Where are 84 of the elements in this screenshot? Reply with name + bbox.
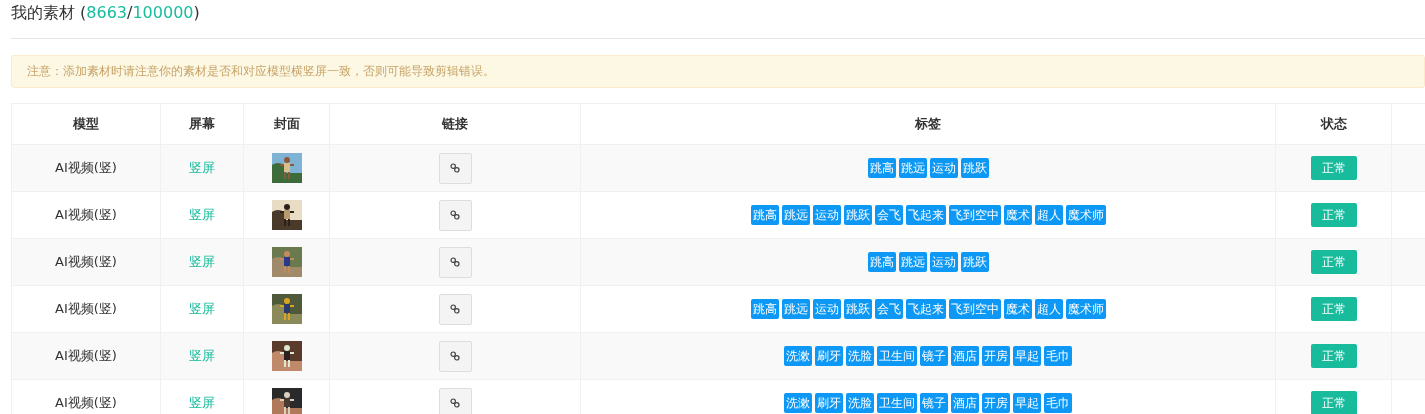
tag: 卫生间: [877, 393, 917, 413]
model-cell: AI视频(竖): [55, 301, 117, 316]
tag: 魔术: [1003, 299, 1032, 319]
tag: 刷牙: [815, 393, 843, 413]
model-cell: AI视频(竖): [55, 348, 117, 363]
tag: 跳远: [781, 205, 810, 225]
tag: 会飞: [874, 205, 903, 225]
link-icon: [450, 351, 460, 361]
tag: 镜子: [920, 346, 948, 366]
tag: 魔术师: [1065, 205, 1106, 225]
tag: 运动: [929, 252, 958, 272]
tag: 早起: [1013, 346, 1041, 366]
column-header: 模型: [73, 116, 99, 131]
column-header: 封面: [273, 116, 300, 131]
column-header: 状态: [1320, 116, 1347, 131]
link-icon: [450, 304, 460, 314]
screen-cell: 竖屏: [189, 395, 215, 410]
link-button[interactable]: [438, 199, 472, 231]
tag: 酒店: [951, 346, 979, 366]
screen-cell: 竖屏: [189, 207, 215, 222]
tag: 刷牙: [815, 346, 843, 366]
tag: 跳远: [898, 252, 927, 272]
link-icon: [450, 210, 460, 220]
tag: 魔术师: [1065, 299, 1106, 319]
tag: 洗漱: [784, 393, 812, 413]
screen-cell: 竖屏: [189, 348, 215, 363]
link-button[interactable]: [438, 340, 472, 372]
link-button[interactable]: [438, 293, 472, 325]
column-header: 标签: [915, 116, 941, 131]
model-cell: AI视频(竖): [55, 160, 117, 175]
notice-banner: 注意：添加素材时请注意你的素材是否和对应模型横竖屏一致，否则可能导致剪辑错误。: [11, 55, 1425, 88]
screen-cell: 竖屏: [189, 254, 215, 269]
model-cell: AI视频(竖): [55, 254, 117, 269]
status-button[interactable]: 正常: [1310, 344, 1357, 368]
tag: 跳跃: [960, 158, 989, 178]
tag: 跳高: [867, 252, 896, 272]
tag: 跳远: [781, 299, 810, 319]
link-button[interactable]: [438, 246, 472, 278]
status-button[interactable]: 正常: [1310, 203, 1357, 227]
link-button[interactable]: [438, 387, 472, 414]
tag: 毛巾: [1044, 346, 1072, 366]
tag: 跳跃: [843, 299, 872, 319]
tag: 卫生间: [877, 346, 917, 366]
link-icon: [450, 398, 460, 408]
tag: 魔术: [1003, 205, 1032, 225]
tag: 洗脸: [846, 346, 874, 366]
column-header: 链接: [442, 116, 468, 131]
tag: 镜子: [920, 393, 948, 413]
tag: 酒店: [951, 393, 979, 413]
status-button[interactable]: 正常: [1310, 297, 1357, 321]
model-cell: AI视频(竖): [55, 395, 117, 410]
tag: 毛巾: [1044, 393, 1072, 413]
tag: 开房: [982, 393, 1010, 413]
tag: 跳跃: [960, 252, 989, 272]
tag: 飞起来: [905, 299, 946, 319]
tag: 开房: [982, 346, 1010, 366]
tag: 超人: [1034, 205, 1063, 225]
status-button[interactable]: 正常: [1310, 156, 1357, 180]
link-icon: [450, 163, 460, 173]
status-button[interactable]: 正常: [1310, 250, 1357, 274]
link-icon: [450, 257, 460, 267]
tag: 飞到空中: [948, 205, 1001, 225]
tag: 运动: [812, 299, 841, 319]
link-button[interactable]: [438, 152, 472, 184]
tag: 运动: [929, 158, 958, 178]
tag: 早起: [1013, 393, 1041, 413]
tag: 超人: [1034, 299, 1063, 319]
tag: 飞起来: [905, 205, 946, 225]
tag: 洗漱: [784, 346, 812, 366]
tag: 运动: [812, 205, 841, 225]
column-header: 屏幕: [189, 116, 215, 131]
model-cell: AI视频(竖): [55, 207, 117, 222]
tag: 跳高: [750, 205, 779, 225]
page-title: 我的素材 (8663/100000): [11, 2, 200, 24]
tag: 跳高: [750, 299, 779, 319]
tag: 跳跃: [843, 205, 872, 225]
tag: 会飞: [874, 299, 903, 319]
tag: 跳远: [898, 158, 927, 178]
tag: 洗脸: [846, 393, 874, 413]
tag: 跳高: [867, 158, 896, 178]
tag: 飞到空中: [948, 299, 1001, 319]
screen-cell: 竖屏: [189, 160, 215, 175]
screen-cell: 竖屏: [189, 301, 215, 316]
status-button[interactable]: 正常: [1310, 391, 1357, 414]
